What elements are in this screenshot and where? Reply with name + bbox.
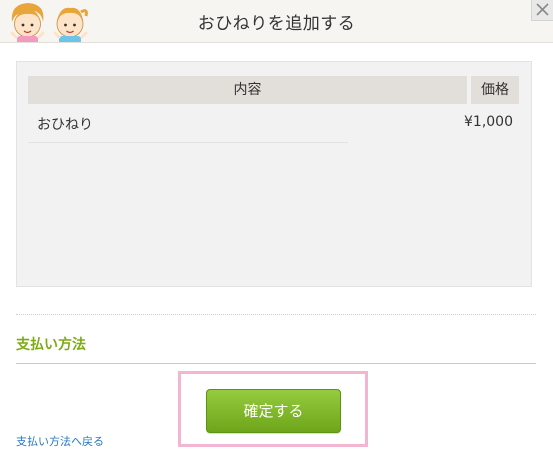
item-price: ¥1,000: [464, 114, 513, 130]
item-name: おひねり: [37, 117, 93, 133]
column-header-content: 内容: [28, 76, 467, 104]
close-button[interactable]: [531, 0, 553, 21]
row-divider: [28, 142, 348, 143]
payment-section-title: 支払い方法: [16, 337, 86, 353]
modal-title: おひねりを追加する: [197, 14, 356, 34]
confirm-button[interactable]: 確定する: [206, 389, 341, 433]
payment-section-underline: [16, 363, 536, 364]
close-icon[interactable]: [532, 0, 553, 20]
column-header-price: 価格: [471, 76, 519, 104]
order-summary-panel: 内容 価格 おひねり ¥1,000: [16, 61, 532, 287]
back-to-payment-method-link[interactable]: 支払い方法へ戻る: [16, 433, 104, 449]
section-divider: [16, 314, 536, 315]
modal-header: おひねりを追加する: [0, 0, 553, 43]
